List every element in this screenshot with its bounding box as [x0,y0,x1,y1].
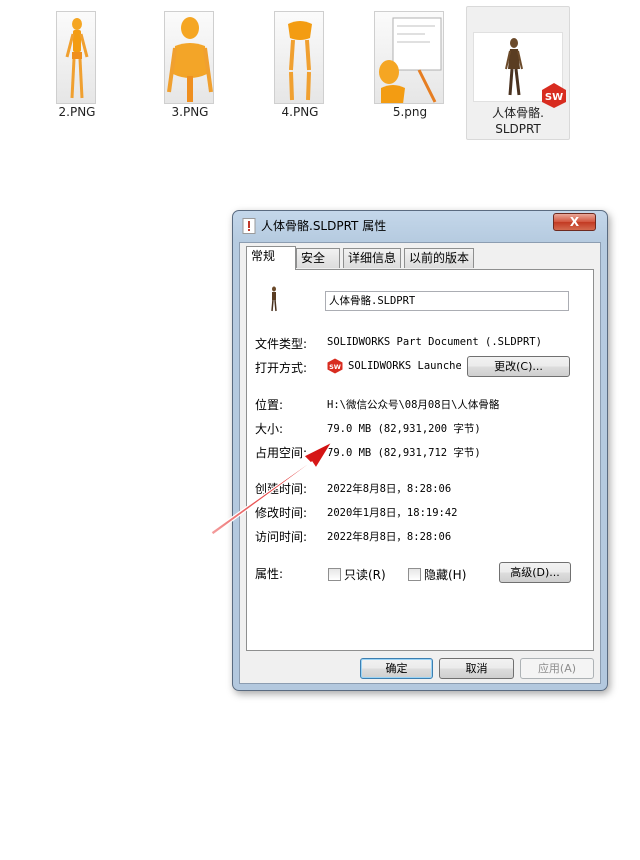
red-arrow-annotation [210,440,334,536]
desktop-canvas: 2.PNG 3.PNG 4.PNG 5.png SW 人体骨骼. SLDPRT … [0,0,640,860]
tab-general[interactable]: 常规 [246,246,296,270]
